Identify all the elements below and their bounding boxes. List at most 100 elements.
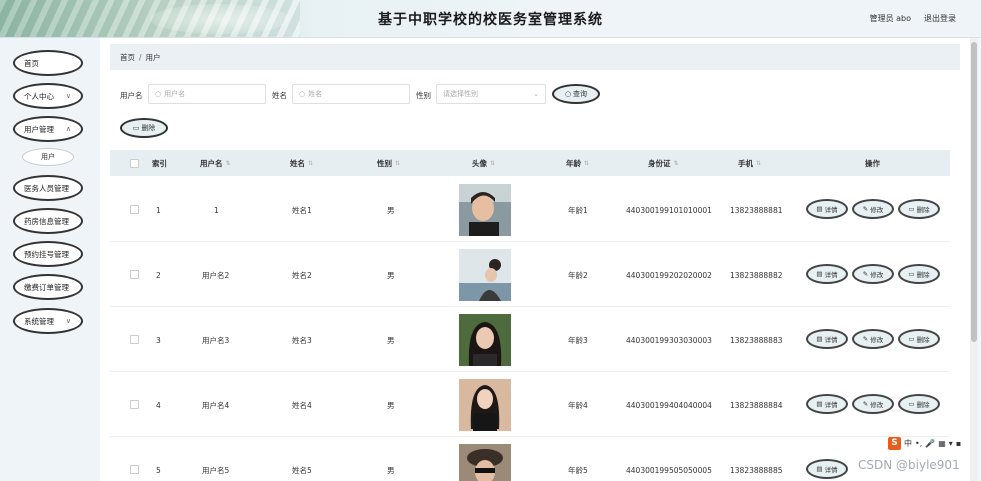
edit-button[interactable]: ✎ 修改 bbox=[852, 394, 894, 414]
avatar bbox=[459, 314, 511, 366]
doc-icon: ▤ bbox=[816, 465, 823, 473]
doc-icon: ▤ bbox=[816, 205, 823, 213]
sidebar-item-home[interactable]: 首页 bbox=[13, 50, 83, 76]
username-input[interactable]: ○ 用户名 bbox=[148, 84, 266, 104]
table-row: 5 用户名5 姓名5 男 年龄5 440300199505050005 1382… bbox=[110, 438, 950, 481]
trash-icon: ▭ bbox=[132, 124, 140, 132]
detail-button[interactable]: ▤ 详情 bbox=[806, 264, 848, 284]
sidebar-item-user-management[interactable]: 用户管理 ∧ bbox=[13, 116, 83, 142]
logout-link[interactable]: 退出登录 bbox=[924, 13, 956, 24]
pencil-icon: ✎ bbox=[862, 400, 869, 408]
delete-button[interactable]: ▭ 删除 bbox=[898, 329, 940, 349]
doc-icon: ▤ bbox=[816, 270, 823, 278]
cell-idcard: 440300199202020002 bbox=[626, 270, 712, 280]
chevron-down-icon: ∨ bbox=[65, 317, 71, 325]
trash-icon: ▭ bbox=[908, 270, 915, 278]
username-placeholder: 用户名 bbox=[164, 90, 186, 98]
avatar bbox=[459, 249, 511, 301]
cell-index: 3 bbox=[156, 335, 161, 345]
edit-button[interactable]: ✎ 修改 bbox=[852, 264, 894, 284]
edit-button[interactable]: ✎ 修改 bbox=[852, 329, 894, 349]
search-icon: ○ bbox=[299, 90, 306, 98]
header-idcard[interactable]: 身份证 ⇅ bbox=[648, 150, 679, 176]
header-age[interactable]: 年龄 ⇅ bbox=[566, 150, 589, 176]
sidebar-item-label: 系统管理 bbox=[24, 316, 54, 326]
cell-gender: 男 bbox=[387, 465, 395, 475]
query-button-label: 查询 bbox=[573, 90, 588, 98]
delete-button[interactable]: ▭ 删除 bbox=[898, 394, 940, 414]
cell-phone: 13823888882 bbox=[730, 270, 783, 280]
cell-name: 姓名2 bbox=[292, 270, 312, 280]
chevron-down-icon: ⌄ bbox=[533, 90, 539, 98]
batch-delete-button[interactable]: ▭ 删除 bbox=[120, 118, 168, 138]
cell-gender: 男 bbox=[387, 270, 395, 280]
cell-phone: 13823888883 bbox=[730, 335, 783, 345]
sidebar-item-profile[interactable]: 个人中心 ∨ bbox=[13, 83, 83, 109]
gender-select[interactable]: 请选择性别 ⌄ bbox=[436, 84, 546, 104]
row-checkbox[interactable] bbox=[130, 465, 139, 474]
detail-button[interactable]: ▤ 详情 bbox=[806, 394, 848, 414]
cell-idcard: 440300199404040004 bbox=[626, 400, 712, 410]
top-header: 基于中职学校的校医务室管理系统 管理员 abo 退出登录 bbox=[0, 0, 981, 38]
header-username[interactable]: 用户名 ⇅ bbox=[200, 150, 231, 176]
ime-toolbar[interactable]: S 中 •, 🎤 ▦ ▾ ▪ bbox=[888, 436, 961, 450]
sidebar-item-system[interactable]: 系统管理 ∨ bbox=[13, 308, 83, 334]
header-avatar[interactable]: 头像 ⇅ bbox=[472, 150, 495, 176]
avatar bbox=[459, 379, 511, 431]
sort-icon: ⇅ bbox=[756, 159, 762, 167]
gender-placeholder: 请选择性别 bbox=[443, 90, 478, 98]
cell-username: 用户名5 bbox=[202, 465, 230, 475]
sidebar-item-pharmacy[interactable]: 药房信息管理 bbox=[13, 208, 83, 234]
cell-name: 姓名1 bbox=[292, 205, 312, 215]
header-name[interactable]: 姓名 ⇅ bbox=[290, 150, 313, 176]
microphone-icon: 🎤 bbox=[925, 438, 936, 448]
cell-idcard: 440300199303030003 bbox=[626, 335, 712, 345]
page-scrollbar[interactable] bbox=[970, 38, 978, 481]
delete-button-label: 删除 bbox=[141, 124, 156, 132]
search-bar: 用户名 ○ 用户名 姓名 ○ 姓名 性别 请选择性别 ⌄ ○ 查询 bbox=[120, 84, 970, 106]
scrollbar-thumb[interactable] bbox=[971, 42, 977, 342]
breadcrumb-home[interactable]: 首页 bbox=[120, 52, 135, 63]
delete-button[interactable]: ▭ 删除 bbox=[898, 264, 940, 284]
detail-button[interactable]: ▤ 详情 bbox=[806, 329, 848, 349]
header-phone[interactable]: 手机 ⇅ bbox=[738, 150, 761, 176]
cell-phone: 13823888884 bbox=[730, 400, 783, 410]
edit-button[interactable]: ✎ 修改 bbox=[852, 199, 894, 219]
table-row: 1 1 姓名1 男 年龄1 440300199101010001 1382388… bbox=[110, 178, 950, 242]
breadcrumb-separator: / bbox=[139, 52, 142, 62]
sidebar-item-payment-orders[interactable]: 缴费订单管理 bbox=[13, 274, 83, 300]
table-row: 2 用户名2 姓名2 男 年龄2 440300199202020002 1382… bbox=[110, 243, 950, 307]
detail-button[interactable]: ▤ 详情 bbox=[806, 199, 848, 219]
select-all-checkbox[interactable] bbox=[130, 159, 139, 168]
sidebar-item-label: 预约挂号管理 bbox=[24, 249, 69, 259]
row-checkbox[interactable] bbox=[130, 270, 139, 279]
sidebar-subitem-label: 用户 bbox=[41, 153, 55, 161]
cell-idcard: 440300199505050005 bbox=[626, 465, 712, 475]
cell-username: 用户名2 bbox=[202, 270, 230, 280]
delete-button[interactable]: ▭ 删除 bbox=[898, 199, 940, 219]
row-checkbox[interactable] bbox=[130, 335, 139, 344]
sort-icon: ⇅ bbox=[395, 159, 401, 167]
cell-index: 2 bbox=[156, 270, 161, 280]
cell-username: 用户名4 bbox=[202, 400, 230, 410]
header-gender[interactable]: 性别 ⇅ bbox=[377, 150, 400, 176]
row-checkbox[interactable] bbox=[130, 400, 139, 409]
breadcrumb-current: 用户 bbox=[145, 52, 161, 62]
name-placeholder: 姓名 bbox=[308, 90, 323, 98]
username-label: 用户名 bbox=[120, 91, 143, 100]
gender-label: 性别 bbox=[416, 91, 431, 100]
trash-icon: ▭ bbox=[908, 205, 915, 213]
cell-gender: 男 bbox=[387, 400, 395, 410]
cell-age: 年龄1 bbox=[568, 205, 588, 215]
query-button[interactable]: ○ 查询 bbox=[552, 84, 600, 104]
cell-idcard: 440300199101010001 bbox=[626, 205, 712, 215]
sidebar-subitem-users[interactable]: 用户 bbox=[22, 148, 74, 166]
sidebar-item-medical-staff[interactable]: 医务人员管理 bbox=[13, 175, 83, 201]
row-checkbox[interactable] bbox=[130, 205, 139, 214]
sidebar-item-appointments[interactable]: 预约挂号管理 bbox=[13, 241, 83, 267]
cell-index: 4 bbox=[156, 400, 161, 410]
sort-icon: ⇅ bbox=[490, 159, 496, 167]
name-input[interactable]: ○ 姓名 bbox=[292, 84, 410, 104]
avatar bbox=[459, 444, 511, 481]
detail-button[interactable]: ▤ 详情 bbox=[806, 459, 848, 479]
